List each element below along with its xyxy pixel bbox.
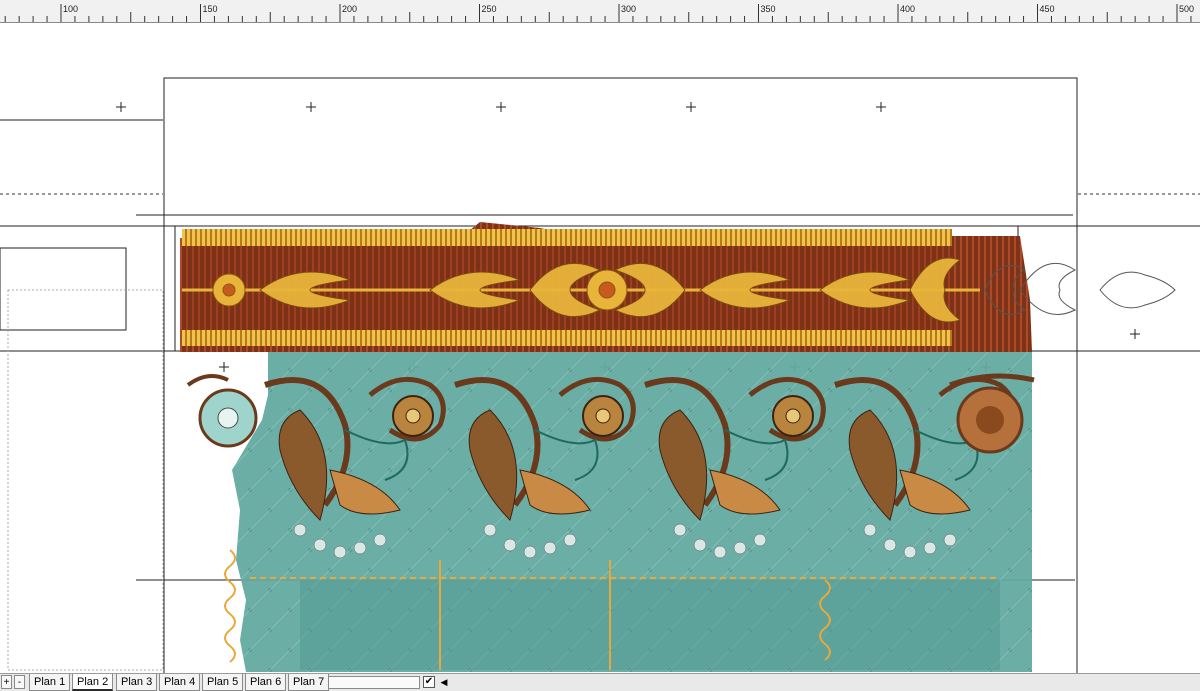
scroll-left-icon[interactable]: ◀ <box>438 676 450 689</box>
visibility-checkbox[interactable]: ✔ <box>423 676 435 688</box>
left-rosette <box>186 374 258 448</box>
horizontal-ruler[interactable]: 1001502002503003504004505005506006507007… <box>0 0 1200 23</box>
tab-plan-5[interactable]: Plan 5 <box>202 674 244 691</box>
add-plan-button[interactable]: + <box>1 675 12 689</box>
ruler-label: 300 <box>621 4 636 14</box>
tab-plan-6[interactable]: Plan 6 <box>245 674 287 691</box>
horizontal-scrollbar[interactable] <box>328 676 420 689</box>
ruler-label: 100 <box>63 4 78 14</box>
ruler-label: 150 <box>203 4 218 14</box>
tab-plan-1[interactable]: Plan 1 <box>29 674 71 691</box>
ruler-label: 400 <box>900 4 915 14</box>
tab-plan-4[interactable]: Plan 4 <box>159 674 201 691</box>
registration-mark <box>686 102 696 112</box>
registration-mark <box>1130 329 1140 339</box>
ruler-label: 350 <box>761 4 776 14</box>
design-canvas[interactable] <box>0 23 1200 673</box>
registration-mark <box>496 102 506 112</box>
ornamental-frieze <box>180 222 1176 352</box>
registration-mark <box>876 102 886 112</box>
ruler-label: 250 <box>482 4 497 14</box>
left-box <box>0 247 127 331</box>
tab-plan-7[interactable]: Plan 7 <box>288 674 330 691</box>
ruler-label: 500 <box>1179 4 1194 14</box>
ruler-label: 450 <box>1040 4 1055 14</box>
ruler-label: 200 <box>342 4 357 14</box>
ruler-ticks: 1001502002503003504004505005506006507007… <box>4 4 1194 22</box>
canvas-drawing <box>0 77 1200 673</box>
registration-mark <box>219 362 229 372</box>
tab-plan-2[interactable]: Plan 2 <box>72 674 114 691</box>
registration-mark <box>306 102 316 112</box>
registration-mark <box>116 102 126 112</box>
remove-plan-button[interactable]: - <box>14 675 25 689</box>
plan-tab-bar: + - Plan 1 Plan 2 Plan 3 Plan 4 Plan 5 P… <box>0 673 1200 691</box>
tab-plan-3[interactable]: Plan 3 <box>116 674 158 691</box>
